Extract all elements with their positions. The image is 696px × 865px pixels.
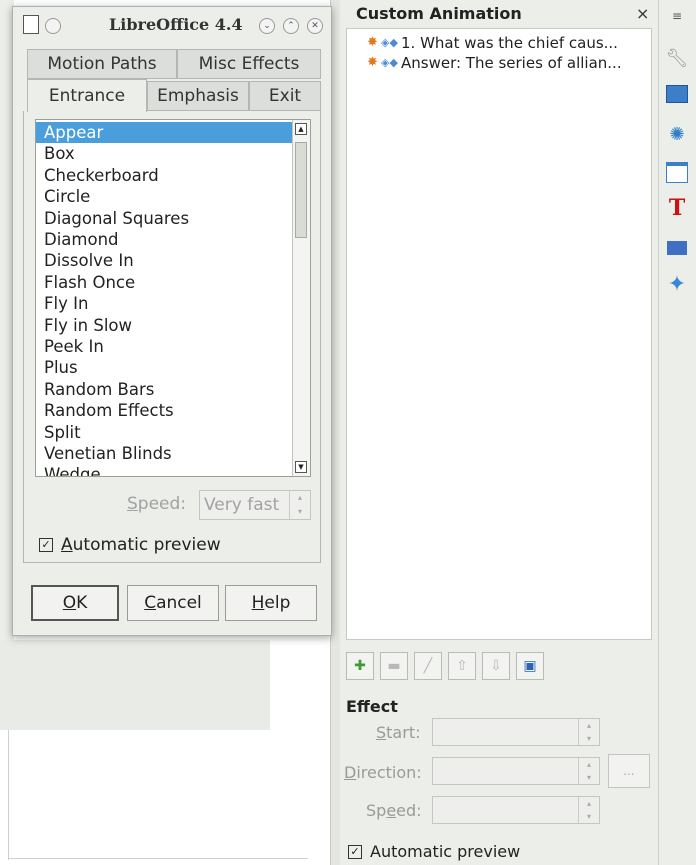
automatic-preview-checkbox[interactable]: ✓ Automatic preview xyxy=(39,535,221,555)
animation-toolbar: ✚ ▬ ╱ ⇧ ⇩ ▣ xyxy=(346,652,544,680)
animation-effect-icon: ✸ ◈◆ xyxy=(367,55,398,70)
speed-select[interactable]: Very fast ▴ ▾ xyxy=(199,490,311,520)
help-button[interactable]: Help xyxy=(225,585,317,621)
animation-list[interactable]: ✸ ◈◆ 1. What was the chief caus... ✸ ◈◆ An… xyxy=(346,28,652,640)
checkbox-icon: ✓ xyxy=(348,844,362,859)
tab-emphasis[interactable]: Emphasis xyxy=(147,81,249,111)
panel-title: Custom Animation xyxy=(356,4,522,23)
effects-list[interactable]: Appear Box Checkerboard Circle Diagonal … xyxy=(35,119,311,477)
animation-effect-icon: ✸ ◈◆ xyxy=(367,35,398,50)
automatic-preview-checkbox[interactable]: ✓ Automatic preview xyxy=(348,842,520,861)
document-frame-line xyxy=(8,730,9,860)
list-item[interactable]: Peek In xyxy=(36,336,292,357)
scroll-thumb[interactable] xyxy=(295,142,307,238)
panel-close-button[interactable]: × xyxy=(636,4,649,23)
custom-animation-dialog: LibreOffice 4.4 ⌄ ⌃ ✕ Motion Paths Misc … xyxy=(12,6,332,636)
list-item[interactable]: Wedge xyxy=(36,464,292,476)
direction-label: Direction: xyxy=(344,763,422,782)
chart-icon[interactable] xyxy=(663,158,691,186)
list-item[interactable]: Fly In xyxy=(36,293,292,314)
ok-button[interactable]: OK xyxy=(31,585,119,621)
list-item[interactable]: Checkerboard xyxy=(36,165,292,186)
list-item[interactable]: Circle xyxy=(36,186,292,207)
speed-label: Speed: xyxy=(366,801,422,820)
wrench-icon[interactable]: 🔧︎ xyxy=(663,44,691,72)
list-item[interactable]: Appear xyxy=(36,122,292,144)
list-item[interactable]: Diamond xyxy=(36,229,292,250)
custom-animation-icon[interactable]: ✺ xyxy=(663,120,691,148)
document-frame-line xyxy=(8,858,308,859)
tab-misc-effects[interactable]: Misc Effects xyxy=(177,49,321,79)
animation-item[interactable]: ✸ ◈◆ Answer: The series of allian... xyxy=(367,53,622,73)
list-item[interactable]: Diagonal Squares xyxy=(36,208,292,229)
right-sidebar: ≡ 🔧︎ ✺ T ✦ xyxy=(658,0,696,865)
page-icon xyxy=(23,15,39,34)
list-item[interactable]: Random Bars xyxy=(36,379,292,400)
fontwork-icon[interactable]: T xyxy=(663,194,691,222)
play-button[interactable]: ▣ xyxy=(516,652,544,680)
list-item[interactable]: Flash Once xyxy=(36,272,292,293)
list-item[interactable]: Dissolve In xyxy=(36,250,292,271)
tab-entrance[interactable]: Entrance xyxy=(27,79,147,112)
gallery-icon[interactable] xyxy=(663,234,691,262)
list-scrollbar[interactable]: ▲ ▼ xyxy=(292,120,310,476)
direction-select[interactable]: ▴ ▾ xyxy=(432,757,600,785)
minimize-icon[interactable]: ⌄ xyxy=(259,18,275,34)
animation-item[interactable]: ✸ ◈◆ 1. What was the chief caus... xyxy=(367,33,618,53)
effect-heading: Effect xyxy=(346,697,398,716)
list-item[interactable]: Random Effects xyxy=(36,400,292,421)
animation-item-label: Answer: The series of allian... xyxy=(401,54,622,72)
cancel-button[interactable]: Cancel xyxy=(127,585,219,621)
list-item[interactable]: Box xyxy=(36,143,292,164)
close-icon[interactable]: ✕ xyxy=(307,18,323,34)
remove-effect-button[interactable]: ▬ xyxy=(380,652,408,680)
more-icon[interactable]: ≡ xyxy=(663,2,691,30)
automatic-preview-label: Automatic preview xyxy=(61,535,221,555)
start-select[interactable]: ▴ ▾ xyxy=(432,718,600,746)
speed-label: Speed: xyxy=(127,494,187,514)
start-label: Start: xyxy=(376,723,421,742)
tab-motion-paths[interactable]: Motion Paths xyxy=(27,49,177,79)
dialog-title: LibreOffice 4.4 xyxy=(109,15,243,34)
speed-select[interactable]: ▴ ▾ xyxy=(432,796,600,824)
add-effect-button[interactable]: ✚ xyxy=(346,652,374,680)
tab-exit[interactable]: Exit xyxy=(249,81,321,111)
list-item[interactable]: Plus xyxy=(36,357,292,378)
checkbox-icon: ✓ xyxy=(39,538,53,552)
scroll-down-icon[interactable]: ▼ xyxy=(295,461,307,473)
maximize-icon[interactable]: ⌃ xyxy=(283,18,299,34)
scroll-up-icon[interactable]: ▲ xyxy=(295,123,307,135)
list-item[interactable]: Split xyxy=(36,422,292,443)
navigator-icon[interactable]: ✦ xyxy=(663,270,691,298)
slide-layout-icon[interactable] xyxy=(663,80,691,108)
options-button[interactable]: ... xyxy=(608,754,650,788)
document-gray-area xyxy=(0,640,270,730)
move-up-button[interactable]: ⇧ xyxy=(448,652,476,680)
move-down-button[interactable]: ⇩ xyxy=(482,652,510,680)
speed-value: Very fast xyxy=(204,495,280,515)
animation-item-label: 1. What was the chief caus... xyxy=(401,34,618,52)
list-item[interactable]: Venetian Blinds xyxy=(36,443,292,464)
list-item[interactable]: Fly in Slow xyxy=(36,315,292,336)
modify-effect-button[interactable]: ╱ xyxy=(414,652,442,680)
custom-animation-panel: Custom Animation × ✸ ◈◆ 1. What was the c… xyxy=(340,0,658,865)
automatic-preview-label: Automatic preview xyxy=(370,842,521,861)
window-menu-icon[interactable] xyxy=(45,18,61,34)
dialog-titlebar: LibreOffice 4.4 ⌄ ⌃ ✕ xyxy=(13,7,331,43)
